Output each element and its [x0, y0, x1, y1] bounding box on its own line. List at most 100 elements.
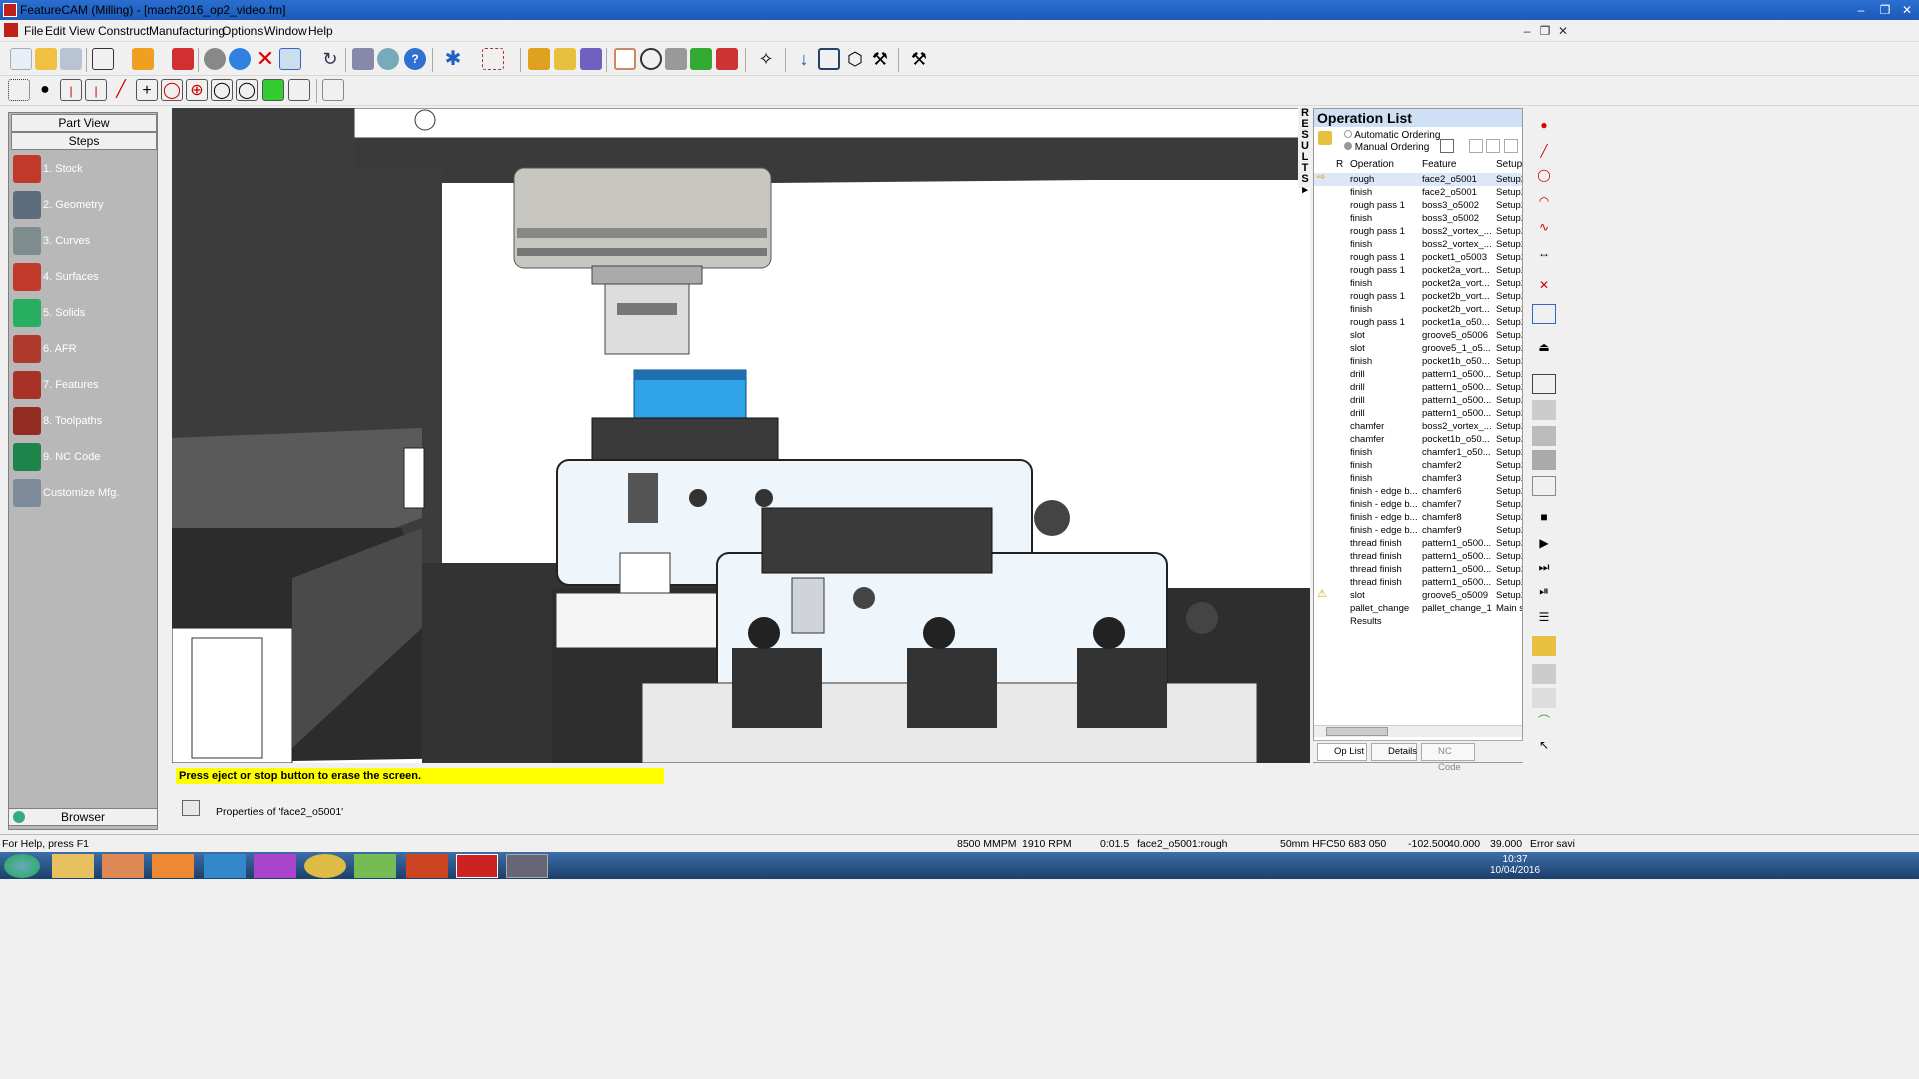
crosshair-icon[interactable]: ✧	[755, 48, 777, 70]
step-icon[interactable]	[690, 48, 712, 70]
nc-icon[interactable]	[580, 48, 602, 70]
move-up-icon[interactable]	[1469, 139, 1483, 153]
paint-icon[interactable]	[254, 854, 296, 878]
toolpath-icon[interactable]	[528, 48, 550, 70]
circle-icon[interactable]: ◯	[211, 79, 233, 101]
circle-red-icon[interactable]: ◯	[1532, 168, 1556, 188]
cursor-icon[interactable]: ↖	[1532, 738, 1556, 758]
layers-icon[interactable]	[262, 79, 284, 101]
operation-row[interactable]: rough pass 1 pocket1a_o50... Setup2	[1314, 316, 1522, 329]
properties-icon[interactable]	[352, 48, 374, 70]
point-grid-icon[interactable]	[8, 79, 30, 101]
gear-icon[interactable]	[1532, 664, 1556, 684]
select-arrow-icon[interactable]	[279, 48, 301, 70]
browser-button[interactable]: Browser	[8, 808, 158, 826]
screen-icon[interactable]	[322, 79, 344, 101]
doc-close-button[interactable]: ✕	[1552, 23, 1574, 39]
operation-row[interactable]: drill pattern1_o500... Setup2	[1314, 381, 1522, 394]
pan-icon[interactable]	[92, 48, 114, 70]
operation-row[interactable]: chamfer boss2_vortex_... Setup2	[1314, 420, 1522, 433]
operation-row[interactable]: chamfer pocket1b_o50... Setup2	[1314, 433, 1522, 446]
operation-row[interactable]: drill pattern1_o500... Setup2	[1314, 407, 1522, 420]
step-item[interactable]: 8. Toolpaths	[11, 405, 157, 439]
step-item[interactable]: 2. Geometry	[11, 189, 157, 223]
step-item[interactable]: 9. NC Code	[11, 441, 157, 475]
col-setup[interactable]: Setup	[1496, 159, 1522, 170]
manual-ordering-radio[interactable]: Manual Ordering	[1344, 142, 1429, 153]
operation-row[interactable]: thread finish pattern1_o500... Setup2	[1314, 563, 1522, 576]
operation-row[interactable]: finish chamfer2 Setup2	[1314, 459, 1522, 472]
explorer-icon[interactable]	[52, 854, 94, 878]
tool-icon[interactable]: ⚒	[908, 48, 930, 70]
menu-options[interactable]: Options	[222, 24, 263, 38]
zoom-icon[interactable]	[229, 48, 251, 70]
horizontal-scrollbar[interactable]	[1314, 725, 1522, 737]
check-icon[interactable]	[1532, 304, 1556, 324]
operation-row[interactable]: slot groove5_o5009 Setup2	[1314, 589, 1522, 602]
operation-row[interactable]: slot groove5_1_o5... Setup2	[1314, 342, 1522, 355]
circle-cross-icon[interactable]: ⊕	[186, 79, 208, 101]
window-view-icon[interactable]	[1532, 476, 1556, 496]
dimension-icon[interactable]	[132, 48, 154, 70]
measure-icon[interactable]: ↔	[1532, 246, 1556, 266]
outlook-icon[interactable]	[152, 854, 194, 878]
operation-row[interactable]: finish face2_o5001 Setup2	[1314, 186, 1522, 199]
close-button[interactable]: ✕	[1896, 2, 1918, 18]
tab-details[interactable]: Details	[1371, 743, 1417, 761]
operation-row[interactable]: finish - edge b... chamfer6 Setup2	[1314, 485, 1522, 498]
simulation-icon[interactable]	[554, 48, 576, 70]
step-item[interactable]: 6. AFR	[11, 333, 157, 367]
operation-row[interactable]: finish pocket1b_o50... Setup2	[1314, 355, 1522, 368]
hammer-icon[interactable]: ⚒	[869, 48, 891, 70]
operation-row[interactable]: thread finish pattern1_o500... Setup2	[1314, 537, 1522, 550]
eject-icon[interactable]: ⏏	[1532, 340, 1556, 360]
path-icon[interactable]: ⌒	[1532, 712, 1556, 732]
help-icon[interactable]: ?	[404, 48, 426, 70]
operation-row[interactable]: drill pattern1_o500... Setup2	[1314, 394, 1522, 407]
col-feature[interactable]: Feature	[1422, 159, 1456, 170]
new-file-icon[interactable]	[10, 48, 32, 70]
operation-row[interactable]: finish chamfer3 Setup2	[1314, 472, 1522, 485]
circle-2-icon[interactable]: ◯	[236, 79, 258, 101]
sort-icon[interactable]	[1440, 139, 1454, 153]
operation-row[interactable]: thread finish pattern1_o500... Setup2	[1314, 550, 1522, 563]
pencil-icon[interactable]	[1532, 636, 1556, 656]
operation-row[interactable]: finish boss2_vortex_... Setup2	[1314, 238, 1522, 251]
step-forward-icon[interactable]: ⏯	[1532, 584, 1556, 604]
open-folder-icon[interactable]	[35, 48, 57, 70]
menu-construct[interactable]: Construct	[98, 24, 149, 38]
operation-row[interactable]: finish - edge b... chamfer8 Setup2	[1314, 511, 1522, 524]
operation-row[interactable]: finish pocket2a_vort... Setup2	[1314, 277, 1522, 290]
stop-icon[interactable]: ■	[1532, 510, 1556, 530]
system-clock[interactable]: 10:37 10/04/2016	[1490, 854, 1540, 876]
cylinder-icon[interactable]	[288, 79, 310, 101]
curve-icon[interactable]: ∿	[1532, 220, 1556, 240]
surface-icon[interactable]	[1532, 688, 1556, 708]
maximize-button[interactable]: ❐	[1874, 2, 1896, 18]
line-angle-icon[interactable]: ╱	[110, 79, 132, 101]
minimize-button[interactable]: –	[1850, 2, 1872, 18]
delete-icon[interactable]: ✕	[254, 48, 276, 70]
operation-row[interactable]: rough face2_o5001 Setup2	[1314, 173, 1522, 186]
eraser-icon[interactable]	[172, 48, 194, 70]
camera-taskbar-icon[interactable]	[506, 854, 548, 878]
operation-row[interactable]: finish boss3_o5002 Setup2	[1314, 212, 1522, 225]
featurecam-taskbar-icon[interactable]	[456, 854, 498, 878]
operation-row[interactable]: rough pass 1 pocket1_o5003 Setup2	[1314, 251, 1522, 264]
operation-row[interactable]: rough pass 1 pocket2b_vort... Setup2	[1314, 290, 1522, 303]
step-item[interactable]: 1. Stock	[11, 153, 157, 187]
notepad-icon[interactable]	[354, 854, 396, 878]
operation-row[interactable]: Results	[1314, 615, 1522, 628]
menu-window[interactable]: Window	[264, 24, 307, 38]
step-item[interactable]: Customize Mfg.	[11, 477, 157, 511]
chrome-icon[interactable]	[304, 854, 346, 878]
circle-center-icon[interactable]: ◯	[161, 79, 183, 101]
mesh-icon[interactable]	[1532, 450, 1556, 470]
steps-tab[interactable]: Steps	[11, 132, 157, 150]
solid-icon[interactable]	[1532, 426, 1556, 446]
run-icon[interactable]: ▶	[1532, 536, 1556, 556]
operation-row[interactable]: rough pass 1 boss2_vortex_... Setup2	[1314, 225, 1522, 238]
3d-sim-icon[interactable]	[665, 48, 687, 70]
internet-explorer-icon[interactable]	[204, 854, 246, 878]
hand-icon[interactable]	[1504, 139, 1518, 153]
